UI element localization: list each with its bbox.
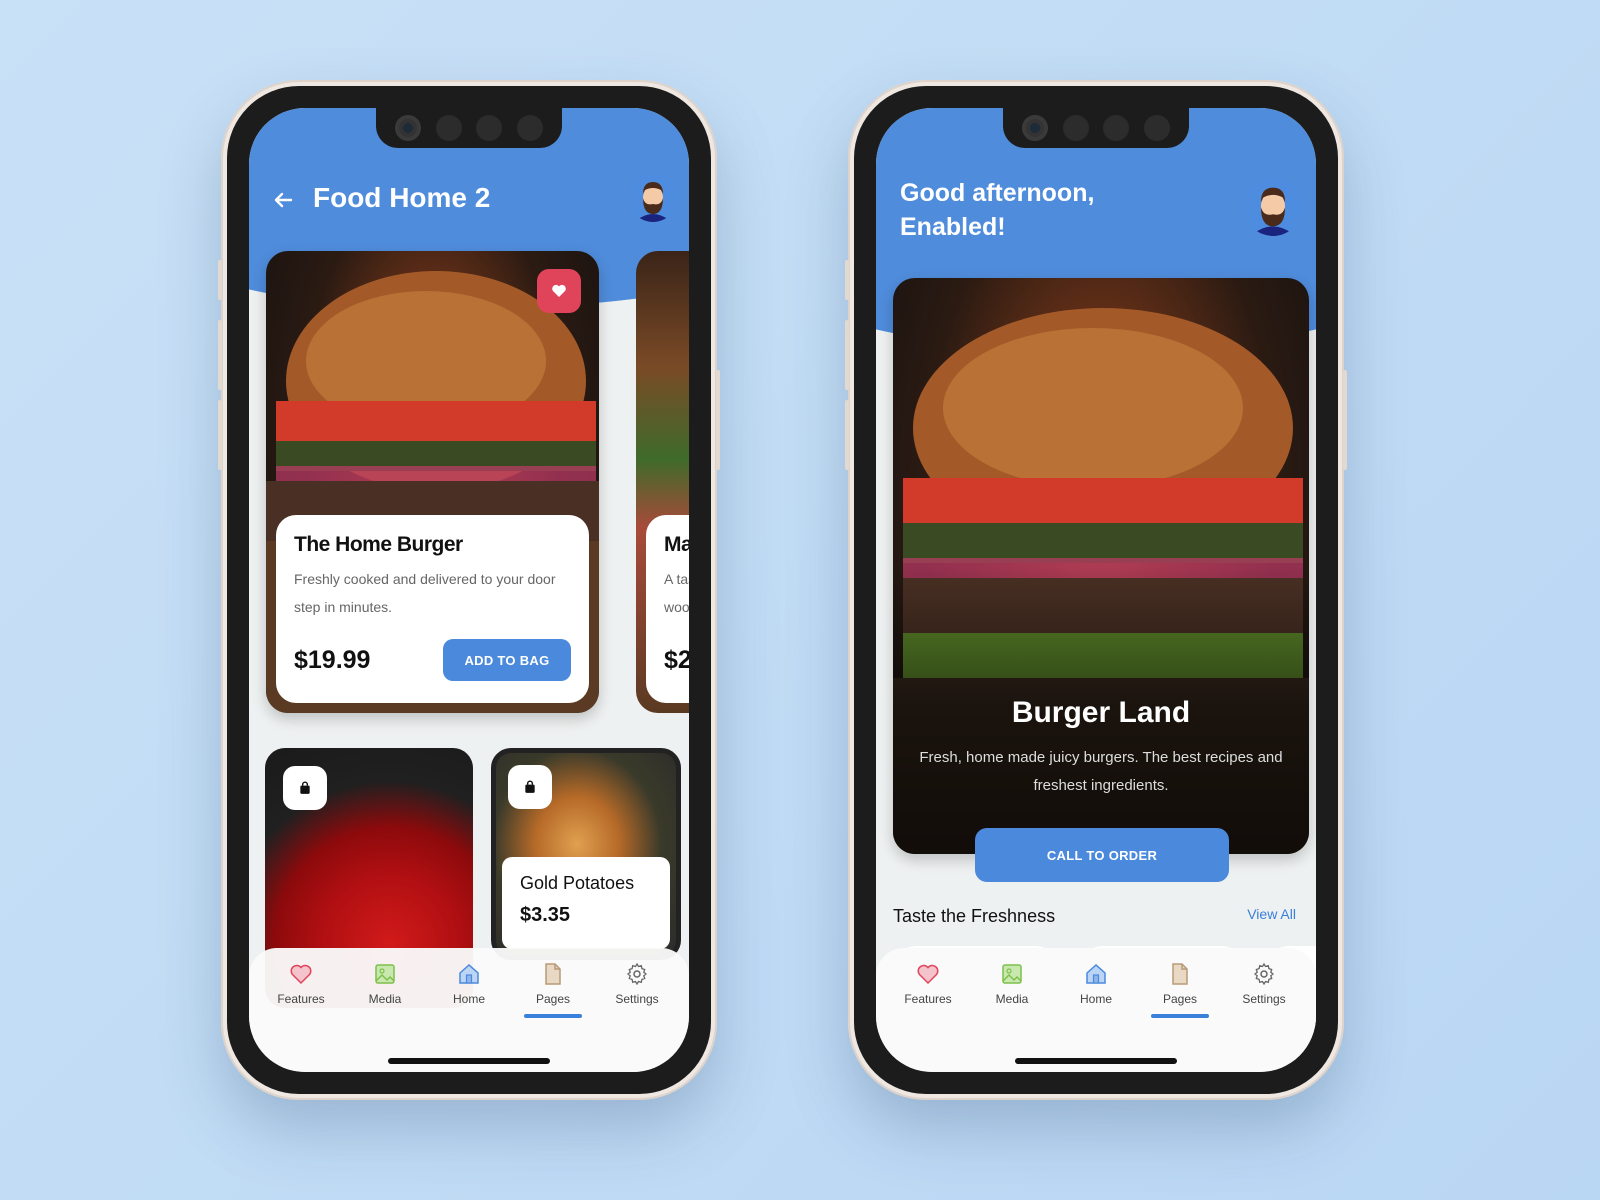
tab-features[interactable]: Features xyxy=(888,956,968,1072)
add-to-bag-button[interactable]: ADD TO BAG xyxy=(443,639,571,681)
shopping-bag-icon xyxy=(525,780,535,793)
gold-potatoes-card[interactable]: Gold Potatoes $3.35 xyxy=(491,748,681,960)
tab-bar: Features Media Home Pages Settings xyxy=(249,948,689,1072)
tab-home[interactable]: Home xyxy=(1056,956,1136,1072)
phone-left: Food Home 2 The Home Burger Freshly cook… xyxy=(218,80,720,1100)
power-button xyxy=(1343,370,1347,470)
greeting: Good afternoon, Enabled! xyxy=(900,176,1094,244)
tab-label: Features xyxy=(904,992,952,1006)
tab-label: Features xyxy=(277,992,325,1006)
tab-label: Home xyxy=(452,992,485,1006)
heart-icon xyxy=(290,964,312,985)
avatar[interactable] xyxy=(629,174,677,222)
notch xyxy=(376,108,562,148)
page-title: Food Home 2 xyxy=(313,182,491,213)
product-price: $3.35 xyxy=(520,904,571,926)
back-button[interactable] xyxy=(271,188,295,212)
product-description: Freshly cooked and delivered to your doo… xyxy=(294,571,556,615)
notch xyxy=(1003,108,1189,148)
user-name: Enabled! xyxy=(900,213,1006,241)
restaurant-description: Fresh, home made juicy burgers. The best… xyxy=(919,749,1283,794)
gear-icon xyxy=(626,962,648,986)
tab-label: Media xyxy=(995,992,1029,1006)
home-icon xyxy=(1086,963,1106,984)
tab-home[interactable]: Home xyxy=(429,956,509,1072)
sensor xyxy=(1143,115,1170,141)
power-button xyxy=(716,370,720,470)
screen: Food Home 2 The Home Burger Freshly cook… xyxy=(249,108,689,1072)
sensor xyxy=(1062,115,1089,141)
phone-right: Good afternoon, Enabled! Burger Land Fre… xyxy=(845,80,1347,1100)
tab-label: Settings xyxy=(1242,992,1286,1006)
arrow-left-icon xyxy=(274,192,293,208)
next-product-card[interactable]: Ma A tas wood $2 xyxy=(636,251,689,713)
sensor xyxy=(1103,115,1130,141)
home-indicator[interactable] xyxy=(388,1058,550,1064)
camera xyxy=(1022,115,1049,141)
tab-bar: Features Media Home Pages Settings xyxy=(876,948,1316,1072)
volume-up-button xyxy=(845,320,849,390)
tab-label: Media xyxy=(368,992,402,1006)
description-line: A tas xyxy=(664,571,689,587)
file-icon xyxy=(545,963,561,985)
product-price: $19.99 xyxy=(294,646,371,674)
tab-label: Settings xyxy=(615,992,659,1006)
product-title: Gold Potatoes xyxy=(520,873,635,893)
sensor xyxy=(476,115,503,141)
tab-label: Pages xyxy=(1162,992,1198,1006)
screen: Good afternoon, Enabled! Burger Land Fre… xyxy=(876,108,1316,1072)
tab-pages[interactable]: Pages xyxy=(513,956,593,1072)
tab-settings[interactable]: Settings xyxy=(1224,956,1304,1072)
hero-product-card[interactable]: The Home Burger Freshly cooked and deliv… xyxy=(266,251,599,713)
tab-media[interactable]: Media xyxy=(345,956,425,1072)
product-title: The Home Burger xyxy=(294,533,463,556)
avatar[interactable] xyxy=(1244,178,1302,236)
restaurant-title: Burger Land xyxy=(1011,696,1191,729)
tab-media[interactable]: Media xyxy=(972,956,1052,1072)
heart-icon xyxy=(552,284,566,297)
camera xyxy=(395,115,422,141)
view-all-link[interactable]: View All xyxy=(1247,906,1296,922)
shopping-bag-icon xyxy=(300,781,310,794)
product-description: A tas wood xyxy=(664,565,689,621)
volume-down-button xyxy=(218,400,222,470)
tab-settings[interactable]: Settings xyxy=(597,956,677,1072)
bearded-man-avatar-icon xyxy=(1244,178,1302,236)
add-to-bag-button[interactable] xyxy=(283,766,327,810)
mute-switch xyxy=(845,260,849,300)
greeting-line: Good afternoon, xyxy=(900,179,1095,207)
image-icon xyxy=(375,964,395,984)
description-line: wood xyxy=(664,599,689,615)
home-indicator[interactable] xyxy=(1015,1058,1177,1064)
bearded-man-avatar-icon xyxy=(629,174,677,222)
tab-label: Home xyxy=(1079,992,1112,1006)
product-title: Ma xyxy=(664,533,689,556)
call-to-order-button[interactable]: CALL TO ORDER xyxy=(975,828,1229,882)
volume-down-button xyxy=(845,400,849,470)
bezel: Food Home 2 The Home Burger Freshly cook… xyxy=(227,86,711,1094)
mute-switch xyxy=(218,260,222,300)
home-icon xyxy=(459,963,479,984)
sensor xyxy=(516,115,543,141)
gear-icon xyxy=(1253,962,1275,986)
volume-up-button xyxy=(218,320,222,390)
product-info: Gold Potatoes $3.35 xyxy=(502,857,670,949)
active-tab-indicator xyxy=(524,1014,582,1018)
tab-features[interactable]: Features xyxy=(261,956,341,1072)
tab-pages[interactable]: Pages xyxy=(1140,956,1220,1072)
product-info: Ma A tas wood $2 xyxy=(646,515,689,703)
image-icon xyxy=(1002,964,1022,984)
tab-label: Pages xyxy=(535,992,571,1006)
bezel: Good afternoon, Enabled! Burger Land Fre… xyxy=(854,86,1338,1094)
favorite-button[interactable] xyxy=(537,269,581,313)
sensor xyxy=(435,115,462,141)
heart-icon xyxy=(917,964,939,985)
active-tab-indicator xyxy=(1151,1014,1209,1018)
file-icon xyxy=(1172,963,1188,985)
add-to-bag-button[interactable] xyxy=(508,765,552,809)
section-title: Taste the Freshness xyxy=(893,906,1056,926)
product-info: The Home Burger Freshly cooked and deliv… xyxy=(276,515,589,703)
product-price: $2 xyxy=(664,646,689,674)
featured-restaurant-card[interactable]: Burger Land Fresh, home made juicy burge… xyxy=(893,278,1309,854)
